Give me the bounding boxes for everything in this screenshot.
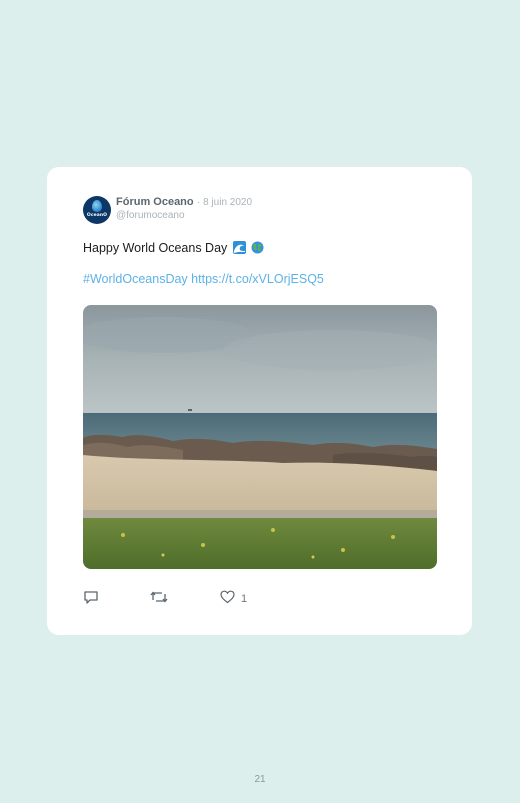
tweet-header: Fórum Oceano · 8 juin 2020 @forumoceano	[116, 196, 252, 222]
reply-icon	[83, 589, 99, 610]
tweet-date[interactable]: 8 juin 2020	[203, 197, 252, 208]
avatar-logo-text: OceanO	[86, 213, 108, 218]
retweet-button[interactable]	[150, 589, 168, 610]
separator: ·	[196, 197, 201, 208]
heart-icon	[220, 590, 235, 609]
hashtag-link[interactable]: #WorldOceansDay	[83, 272, 188, 286]
reply-button[interactable]	[83, 589, 99, 610]
retweet-icon	[150, 589, 168, 610]
tweet-actions: 1	[83, 589, 283, 610]
tweet-photo[interactable]	[83, 305, 437, 569]
like-button[interactable]: 1	[220, 590, 248, 609]
page-number: 21	[254, 774, 266, 785]
page: OceanO Fórum Oceano · 8 juin 2020 @forum…	[0, 0, 520, 803]
name-line: Fórum Oceano · 8 juin 2020	[116, 196, 252, 209]
globe-icon	[251, 241, 264, 257]
display-name[interactable]: Fórum Oceano	[116, 196, 194, 208]
water-wave-icon	[232, 241, 246, 257]
url-link[interactable]: https://t.co/xVLOrjESQ5	[191, 272, 324, 286]
tweet-text: Happy World Oceans Day	[83, 241, 264, 257]
tweet-card: OceanO Fórum Oceano · 8 juin 2020 @forum…	[47, 167, 472, 635]
user-handle[interactable]: @forumoceano	[116, 209, 252, 222]
tweet-text-body: Happy World Oceans Day	[83, 241, 228, 255]
avatar[interactable]: OceanO	[83, 196, 111, 224]
tweet-links: #WorldOceansDay https://t.co/xVLOrjESQ5	[83, 272, 324, 286]
like-count: 1	[241, 593, 248, 605]
water-drop-icon	[92, 200, 102, 212]
